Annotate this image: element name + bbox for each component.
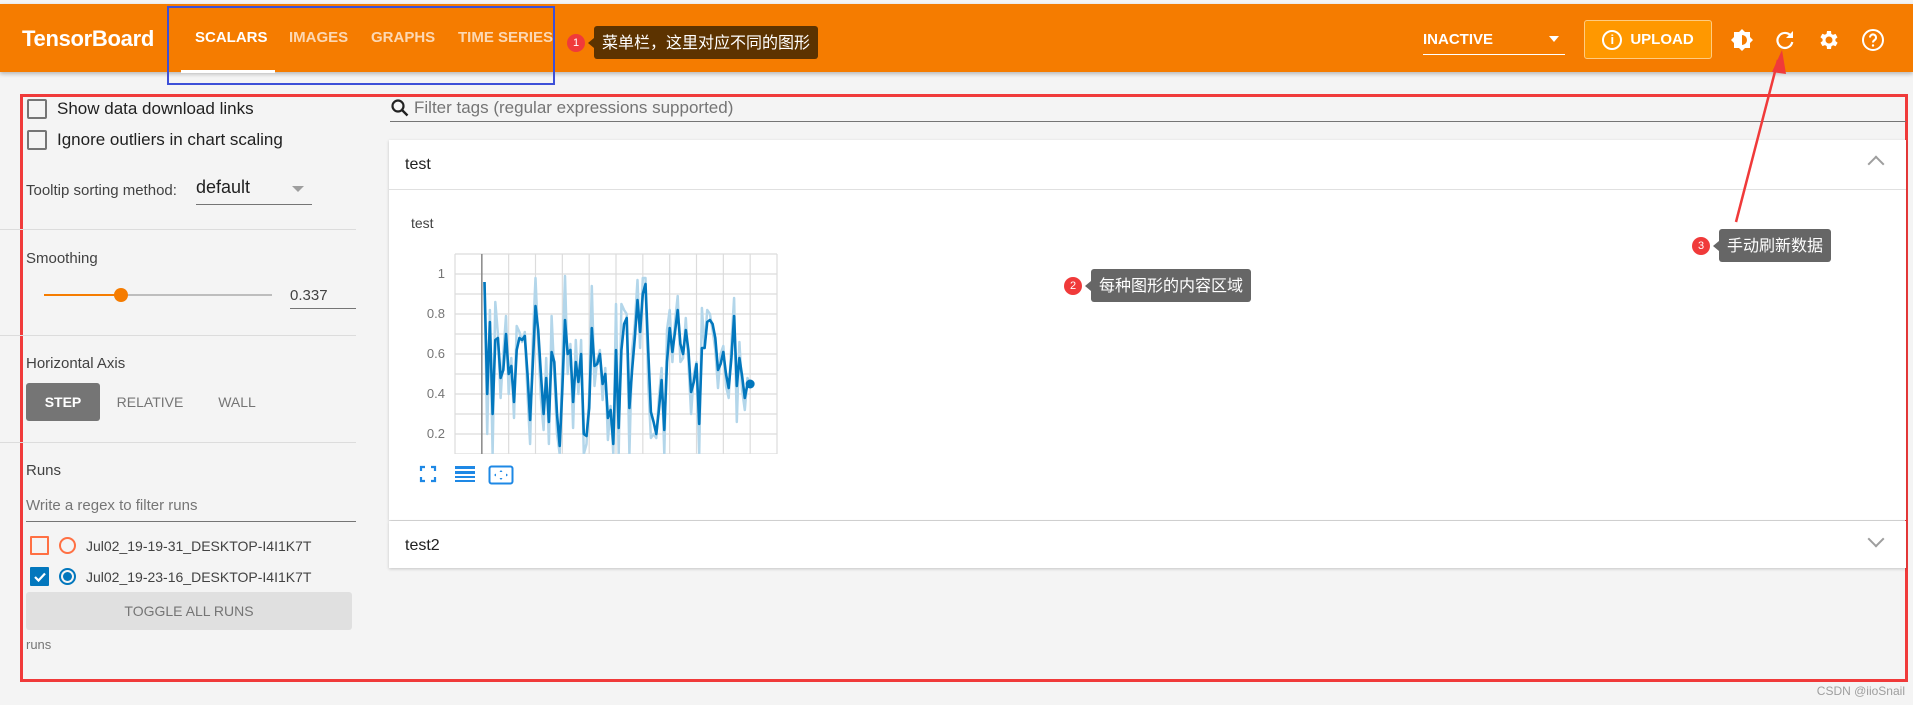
- scalar-chart[interactable]: 01020304050607080901000.20.40.60.81: [405, 234, 785, 454]
- tab-graphs[interactable]: GRAPHS: [371, 29, 435, 46]
- last-point-marker: [745, 379, 755, 389]
- fit-domain-icon[interactable]: [488, 465, 514, 485]
- watermark: CSDN @iioSnail: [1816, 684, 1905, 698]
- fullscreen-icon[interactable]: [419, 465, 437, 483]
- refresh-icon[interactable]: [1773, 28, 1797, 52]
- axis-wall-button[interactable]: WALL: [206, 383, 268, 421]
- tag-filter-placeholder: Filter tags (regular expressions support…: [414, 97, 734, 117]
- tooltip-sorting-label: Tooltip sorting method:: [26, 182, 177, 199]
- tag-filter-input[interactable]: Filter tags (regular expressions support…: [390, 94, 1906, 122]
- run-checkbox[interactable]: [30, 536, 49, 555]
- annotation-number: 1: [567, 33, 585, 52]
- theme-toggle-icon[interactable]: [1730, 28, 1754, 52]
- divider: [0, 442, 356, 443]
- y-tick-label: 0.4: [427, 386, 445, 401]
- run-radio[interactable]: [59, 537, 76, 554]
- smoothing-value: 0.337: [290, 287, 328, 304]
- slider-fill: [44, 294, 121, 296]
- checkbox-label: Ignore outliers in chart scaling: [57, 130, 283, 149]
- runs-filter-placeholder: Write a regex to filter runs: [26, 497, 198, 514]
- divider: [0, 229, 356, 230]
- annotation-number: 2: [1064, 276, 1082, 295]
- active-tab-indicator: [181, 70, 275, 73]
- tag-card-test2: test2: [389, 521, 1906, 568]
- caret-down-icon: [1549, 36, 1559, 42]
- axis-step-button[interactable]: STEP: [26, 383, 100, 421]
- toggle-all-runs-button[interactable]: TOGGLE ALL RUNS: [26, 592, 352, 630]
- card-header[interactable]: test: [389, 140, 1906, 190]
- log-scale-icon[interactable]: [454, 465, 476, 483]
- tab-time-series[interactable]: TIME SERIES: [458, 29, 553, 46]
- tensorboard-app: TensorBoard SCALARS IMAGES GRAPHS TIME S…: [0, 0, 1913, 705]
- annotation-content-area: 2 每种图形的内容区域: [1064, 269, 1252, 302]
- run-item: Jul02_19-19-31_DESKTOP-I4I1K7T: [30, 536, 311, 555]
- run-item: Jul02_19-23-16_DESKTOP-I4I1K7T: [30, 567, 311, 586]
- check-icon: [33, 572, 46, 582]
- chevron-down-icon[interactable]: [1867, 530, 1885, 548]
- slider-thumb[interactable]: [113, 288, 128, 302]
- caret-down-icon: [292, 186, 304, 192]
- chart-title: test: [411, 215, 434, 231]
- tooltip-sorting-value: default: [196, 177, 251, 197]
- annotation-text: 菜单栏，这里对应不同的图形: [587, 26, 819, 59]
- smoothed-series-line: [483, 281, 751, 448]
- runs-filter-input[interactable]: Write a regex to filter runs: [26, 492, 356, 522]
- checkbox[interactable]: [27, 130, 47, 150]
- smoothing-slider[interactable]: [44, 288, 272, 302]
- y-tick-label: 0.6: [427, 346, 445, 361]
- checkbox[interactable]: [27, 99, 47, 119]
- axis-relative-button[interactable]: RELATIVE: [108, 383, 192, 421]
- ignore-outliers-checkbox[interactable]: Ignore outliers in chart scaling: [27, 130, 283, 150]
- card-title: test: [405, 156, 431, 173]
- run-checkbox[interactable]: [30, 567, 49, 586]
- annotation-number: 3: [1692, 236, 1710, 255]
- tag-card-test: test test 01020304050607080901000.20.40.…: [389, 140, 1906, 520]
- horizontal-axis-label: Horizontal Axis: [26, 355, 126, 372]
- settings-icon[interactable]: [1817, 28, 1841, 52]
- runs-label: Runs: [26, 462, 62, 479]
- run-radio[interactable]: [59, 568, 76, 585]
- annotation-text: 每种图形的内容区域: [1084, 269, 1252, 302]
- smoothing-label: Smoothing: [26, 250, 98, 267]
- tooltip-sorting-select[interactable]: default: [196, 173, 312, 205]
- checkbox-label: Show data download links: [57, 99, 254, 118]
- annotation-text: 手动刷新数据: [1712, 229, 1832, 262]
- run-name: Jul02_19-19-31_DESKTOP-I4I1K7T: [86, 537, 312, 554]
- show-download-links-checkbox[interactable]: Show data download links: [27, 99, 254, 119]
- upload-label: UPLOAD: [1630, 31, 1694, 48]
- card-title: test2: [405, 537, 440, 554]
- reload-mode-value: INACTIVE: [1423, 31, 1494, 48]
- run-name: Jul02_19-23-16_DESKTOP-I4I1K7T: [86, 568, 312, 585]
- tab-images[interactable]: IMAGES: [289, 29, 348, 46]
- tab-scalars[interactable]: SCALARS: [195, 29, 268, 46]
- annotation-refresh: 3 手动刷新数据: [1692, 229, 1832, 262]
- top-app-bar: TensorBoard SCALARS IMAGES GRAPHS TIME S…: [0, 4, 1913, 73]
- y-tick-label: 1: [438, 266, 445, 281]
- y-tick-label: 0.2: [427, 426, 445, 441]
- reload-mode-select[interactable]: INACTIVE: [1423, 28, 1565, 55]
- help-icon[interactable]: [1861, 28, 1885, 52]
- annotation-menu: 1 菜单栏，这里对应不同的图形: [567, 26, 819, 59]
- upload-button[interactable]: i UPLOAD: [1584, 20, 1712, 59]
- smoothing-input[interactable]: 0.337: [290, 283, 356, 309]
- divider: [0, 335, 356, 336]
- info-icon: i: [1602, 29, 1623, 50]
- chevron-up-icon[interactable]: [1867, 155, 1885, 173]
- search-icon: [391, 98, 409, 116]
- card-header[interactable]: test2: [389, 521, 1906, 568]
- y-tick-label: 0.8: [427, 306, 445, 321]
- brand-logo[interactable]: TensorBoard: [22, 26, 154, 52]
- runs-footer: runs: [26, 637, 52, 652]
